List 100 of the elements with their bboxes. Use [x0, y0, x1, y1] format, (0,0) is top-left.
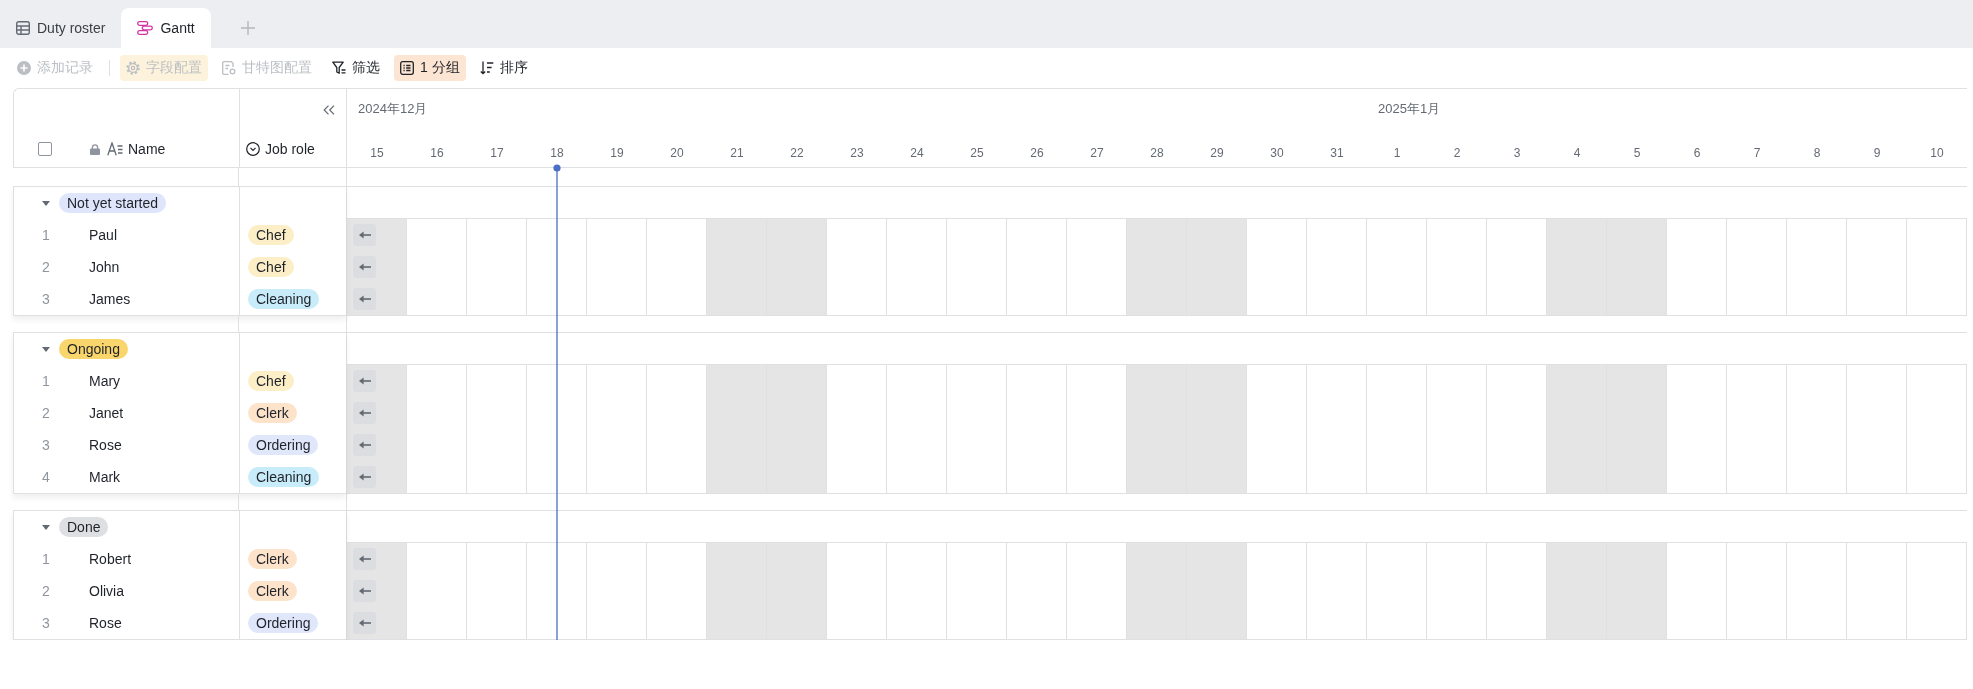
scroll-to-bar-button[interactable] [353, 434, 376, 456]
status-tag: Done [59, 517, 109, 537]
status-tag: Not yet started [59, 193, 167, 213]
day-label: 29 [1210, 146, 1224, 160]
arrow-left-icon [358, 377, 371, 385]
arrow-left-icon [358, 473, 371, 481]
row-number: 1 [41, 551, 51, 567]
day-label: 15 [370, 146, 384, 160]
double-chevron-left-icon[interactable] [323, 105, 335, 115]
job-role-tag: Ordering [248, 435, 319, 455]
text-field-icon [107, 142, 123, 156]
day-label: 21 [730, 146, 744, 160]
job-role-tag: Clerk [248, 403, 297, 423]
day-label: 23 [850, 146, 864, 160]
scroll-to-bar-button[interactable] [353, 548, 376, 570]
job-role-tag: Clerk [248, 581, 297, 601]
job-role-tag: Chef [248, 371, 294, 391]
scroll-to-bar-button[interactable] [353, 466, 376, 488]
gantt-chart-icon [137, 21, 154, 35]
record-name: Robert [89, 551, 132, 567]
document-gear-icon [222, 61, 236, 75]
list-icon [400, 61, 414, 75]
day-label: 19 [610, 146, 624, 160]
day-label: 4 [1573, 146, 1581, 160]
column-header[interactable]: Job role [246, 141, 315, 157]
day-label: 31 [1330, 146, 1344, 160]
table-icon [16, 21, 30, 35]
arrow-left-icon [358, 231, 371, 239]
day-label: 28 [1150, 146, 1164, 160]
job-role-tag: Ordering [248, 613, 319, 633]
record-name: Paul [89, 227, 118, 243]
day-label: 8 [1813, 146, 1821, 160]
column-header[interactable]: Name [90, 141, 166, 157]
record-name: Olivia [89, 583, 124, 599]
status-tag: Ongoing [59, 339, 128, 359]
day-label: 17 [490, 146, 504, 160]
job-role-tag: Clerk [248, 549, 297, 569]
record-name: Rose [89, 615, 122, 631]
arrow-left-icon [358, 555, 371, 563]
record-name: Janet [89, 405, 124, 421]
day-label: 1 [1393, 146, 1401, 160]
job-role-tag: Cleaning [248, 289, 320, 309]
scroll-to-bar-button[interactable] [353, 288, 376, 310]
filter-button[interactable]: 筛选 [326, 55, 386, 81]
checkbox[interactable] [38, 142, 52, 156]
record-name: Mark [89, 469, 121, 485]
record-name: Mary [89, 373, 121, 389]
day-label: 9 [1873, 146, 1881, 160]
day-label: 10 [1930, 146, 1944, 160]
row-number: 3 [41, 437, 51, 453]
row-number: 2 [41, 405, 51, 421]
row-number: 2 [41, 583, 51, 599]
day-label: 27 [1090, 146, 1104, 160]
gear-icon [126, 61, 140, 75]
day-label: 18 [550, 146, 564, 160]
scroll-to-bar-button[interactable] [353, 224, 376, 246]
scroll-to-bar-button[interactable] [353, 370, 376, 392]
arrow-left-icon [358, 409, 371, 417]
caret-icon[interactable] [42, 524, 50, 530]
job-role-tag: Cleaning [248, 467, 320, 487]
day-label: 25 [970, 146, 984, 160]
sort-icon [479, 61, 494, 75]
scroll-to-bar-button[interactable] [353, 402, 376, 424]
day-label: 24 [910, 146, 924, 160]
view-tab[interactable]: Gantt [121, 8, 211, 48]
month-label: 2025年1月 [1378, 100, 1441, 118]
month-label: 2024年12月 [358, 100, 428, 118]
day-label: 26 [1030, 146, 1044, 160]
scroll-to-bar-button[interactable] [353, 580, 376, 602]
group-button[interactable]: 1 分组 [394, 55, 466, 81]
row-number: 3 [41, 615, 51, 631]
row-number: 4 [41, 469, 51, 485]
row-number: 1 [41, 373, 51, 389]
day-label: 30 [1270, 146, 1284, 160]
row-number: 3 [41, 291, 51, 307]
view-tab[interactable]: Duty roster [0, 8, 122, 48]
sort-button[interactable]: 排序 [473, 55, 534, 81]
day-label: 7 [1753, 146, 1761, 160]
day-label: 6 [1693, 146, 1701, 160]
plus-circle-icon [17, 61, 31, 75]
scroll-to-bar-button[interactable] [353, 612, 376, 634]
caret-icon[interactable] [42, 200, 50, 206]
day-label: 2 [1453, 146, 1461, 160]
filter-icon [332, 61, 346, 75]
record-name: Rose [89, 437, 122, 453]
day-label: 16 [430, 146, 444, 160]
scroll-to-bar-button[interactable] [353, 256, 376, 278]
arrow-left-icon [358, 587, 371, 595]
day-label: 3 [1513, 146, 1521, 160]
job-role-tag: Chef [248, 257, 294, 277]
circle-chevron-icon [246, 142, 260, 156]
row-number: 2 [41, 259, 51, 275]
day-label: 22 [790, 146, 804, 160]
arrow-left-icon [358, 295, 371, 303]
job-role-tag: Chef [248, 225, 294, 245]
day-label: 5 [1633, 146, 1641, 160]
arrow-left-icon [358, 619, 371, 627]
record-name: John [89, 259, 120, 275]
caret-icon[interactable] [42, 346, 50, 352]
record-name: James [89, 291, 131, 307]
